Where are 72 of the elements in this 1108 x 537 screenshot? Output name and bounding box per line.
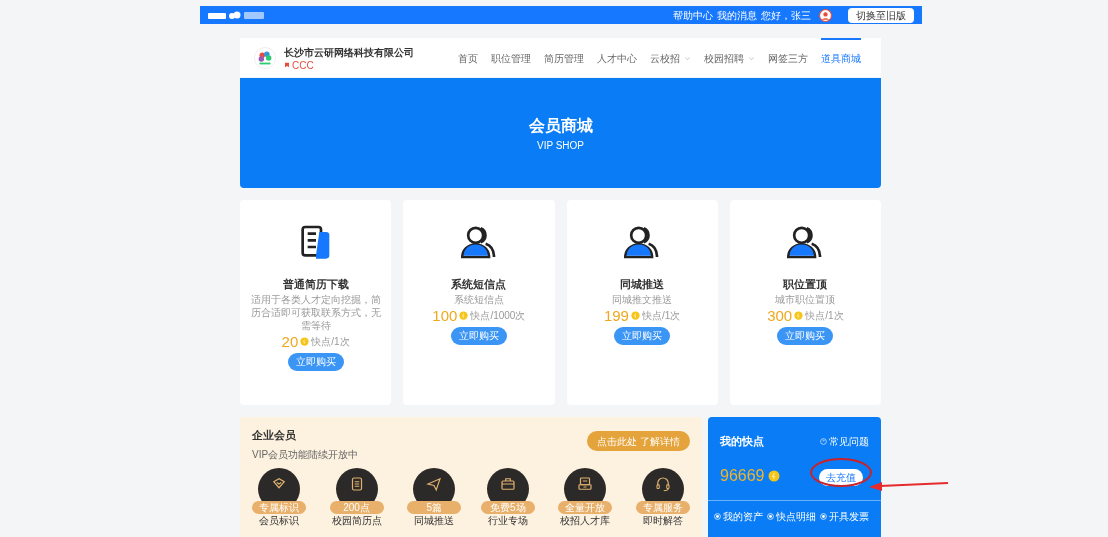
product-price: 100 bbox=[432, 307, 458, 324]
coin-icon bbox=[300, 337, 310, 346]
circle-dot-icon bbox=[820, 512, 827, 520]
headset-icon bbox=[653, 474, 672, 493]
points-link[interactable]: 开具发票 bbox=[820, 508, 869, 524]
points-balance: 96669 bbox=[720, 465, 765, 486]
buy-button[interactable]: 立即购买 bbox=[777, 326, 834, 345]
banner-subtitle: VIP SHOP bbox=[536, 138, 585, 153]
perk-label: 同城推送 bbox=[414, 514, 455, 527]
membership-title: 企业会员 bbox=[252, 428, 297, 443]
perk-badge: 5篇 bbox=[407, 500, 462, 514]
product-price: 20 bbox=[281, 333, 299, 350]
recharge-button[interactable]: 去充值 bbox=[819, 468, 863, 486]
perk-badge: 全量开放 bbox=[558, 500, 613, 514]
product-title: 同城推送 bbox=[620, 277, 665, 292]
banner-title: 会员商城 bbox=[528, 115, 593, 136]
perk-label: 校园简历点 bbox=[331, 514, 382, 527]
membership-subtitle: VIP会员功能陆续开放中 bbox=[252, 447, 359, 462]
perk-badge: 专属标识 bbox=[252, 500, 306, 514]
company-tag: CCC bbox=[292, 59, 314, 71]
product-title: 职位置顶 bbox=[783, 277, 828, 292]
badge-icon bbox=[284, 62, 290, 68]
product-title: 普通简历下载 bbox=[282, 277, 349, 292]
highlight-ellipse bbox=[810, 457, 872, 487]
perk-badge: 免费5场 bbox=[480, 500, 535, 514]
perk-label: 行业专场 bbox=[487, 514, 528, 527]
greeting-text: 您好，张三 bbox=[761, 8, 811, 23]
circle-dot-icon bbox=[714, 512, 721, 520]
buy-button[interactable]: 立即购买 bbox=[614, 326, 671, 345]
nav-tab[interactable]: 人才中心 bbox=[597, 38, 637, 77]
product-description: 适用于各类人才定向挖掘，简历合适即可获取联系方式，无需等待 bbox=[249, 292, 382, 332]
coin-icon bbox=[767, 469, 780, 482]
coin-icon bbox=[459, 311, 469, 320]
top-link[interactable]: 帮助中心 bbox=[673, 7, 713, 23]
product-price: 300 bbox=[767, 307, 793, 324]
details-button[interactable]: 点击此处 了解详情 bbox=[587, 431, 690, 451]
buy-button[interactable]: 立即购买 bbox=[450, 326, 507, 345]
coin-icon bbox=[794, 311, 804, 320]
switch-version-button[interactable]: 切换至旧版 bbox=[848, 7, 914, 23]
buy-button[interactable]: 立即购买 bbox=[287, 352, 344, 371]
nav-tab[interactable]: 校园招聘 bbox=[704, 38, 755, 77]
perk-label: 即时解答 bbox=[642, 514, 683, 527]
product-description: 系统短信点 bbox=[452, 292, 505, 306]
nav-tab[interactable]: 简历管理 bbox=[544, 38, 584, 77]
perk-badge: 专属服务 bbox=[635, 500, 690, 514]
perk-badge: 200点 bbox=[329, 500, 384, 514]
product-description: 城市职位置顶 bbox=[774, 292, 837, 306]
price-unit: 快点/1000次 bbox=[470, 309, 526, 323]
nav-tab[interactable]: 职位管理 bbox=[491, 38, 531, 77]
points-title: 我的快点 bbox=[720, 434, 764, 449]
price-unit: 快点/1次 bbox=[641, 309, 681, 323]
nav-tab[interactable]: 云校招 bbox=[650, 38, 691, 77]
help-link[interactable]: 常见问题 bbox=[820, 433, 869, 449]
price-unit: 快点/1次 bbox=[311, 335, 350, 349]
perk-label: 会员标识 bbox=[259, 514, 299, 527]
top-link[interactable]: 我的消息 bbox=[717, 7, 757, 23]
avatar-icon bbox=[819, 8, 832, 22]
points-link[interactable]: 快点明细 bbox=[767, 508, 816, 524]
nav-tab[interactable]: 网签三方 bbox=[768, 38, 808, 77]
product-description: 同城推文推送 bbox=[611, 292, 674, 306]
product-title: 系统短信点 bbox=[451, 277, 507, 292]
help-icon bbox=[820, 437, 827, 445]
coin-icon bbox=[630, 311, 640, 320]
circle-dot-icon bbox=[767, 512, 774, 520]
nav-tab[interactable]: 首页 bbox=[458, 38, 478, 77]
perk-label: 校招人才库 bbox=[560, 514, 611, 527]
price-unit: 快点/1次 bbox=[805, 309, 844, 323]
points-link[interactable]: 我的资产 bbox=[714, 508, 763, 524]
company-name: 长沙市云研网络科技有限公司 bbox=[284, 45, 414, 60]
product-price: 199 bbox=[603, 307, 629, 324]
drawer-icon bbox=[576, 474, 595, 493]
company-logo-icon bbox=[254, 46, 276, 69]
